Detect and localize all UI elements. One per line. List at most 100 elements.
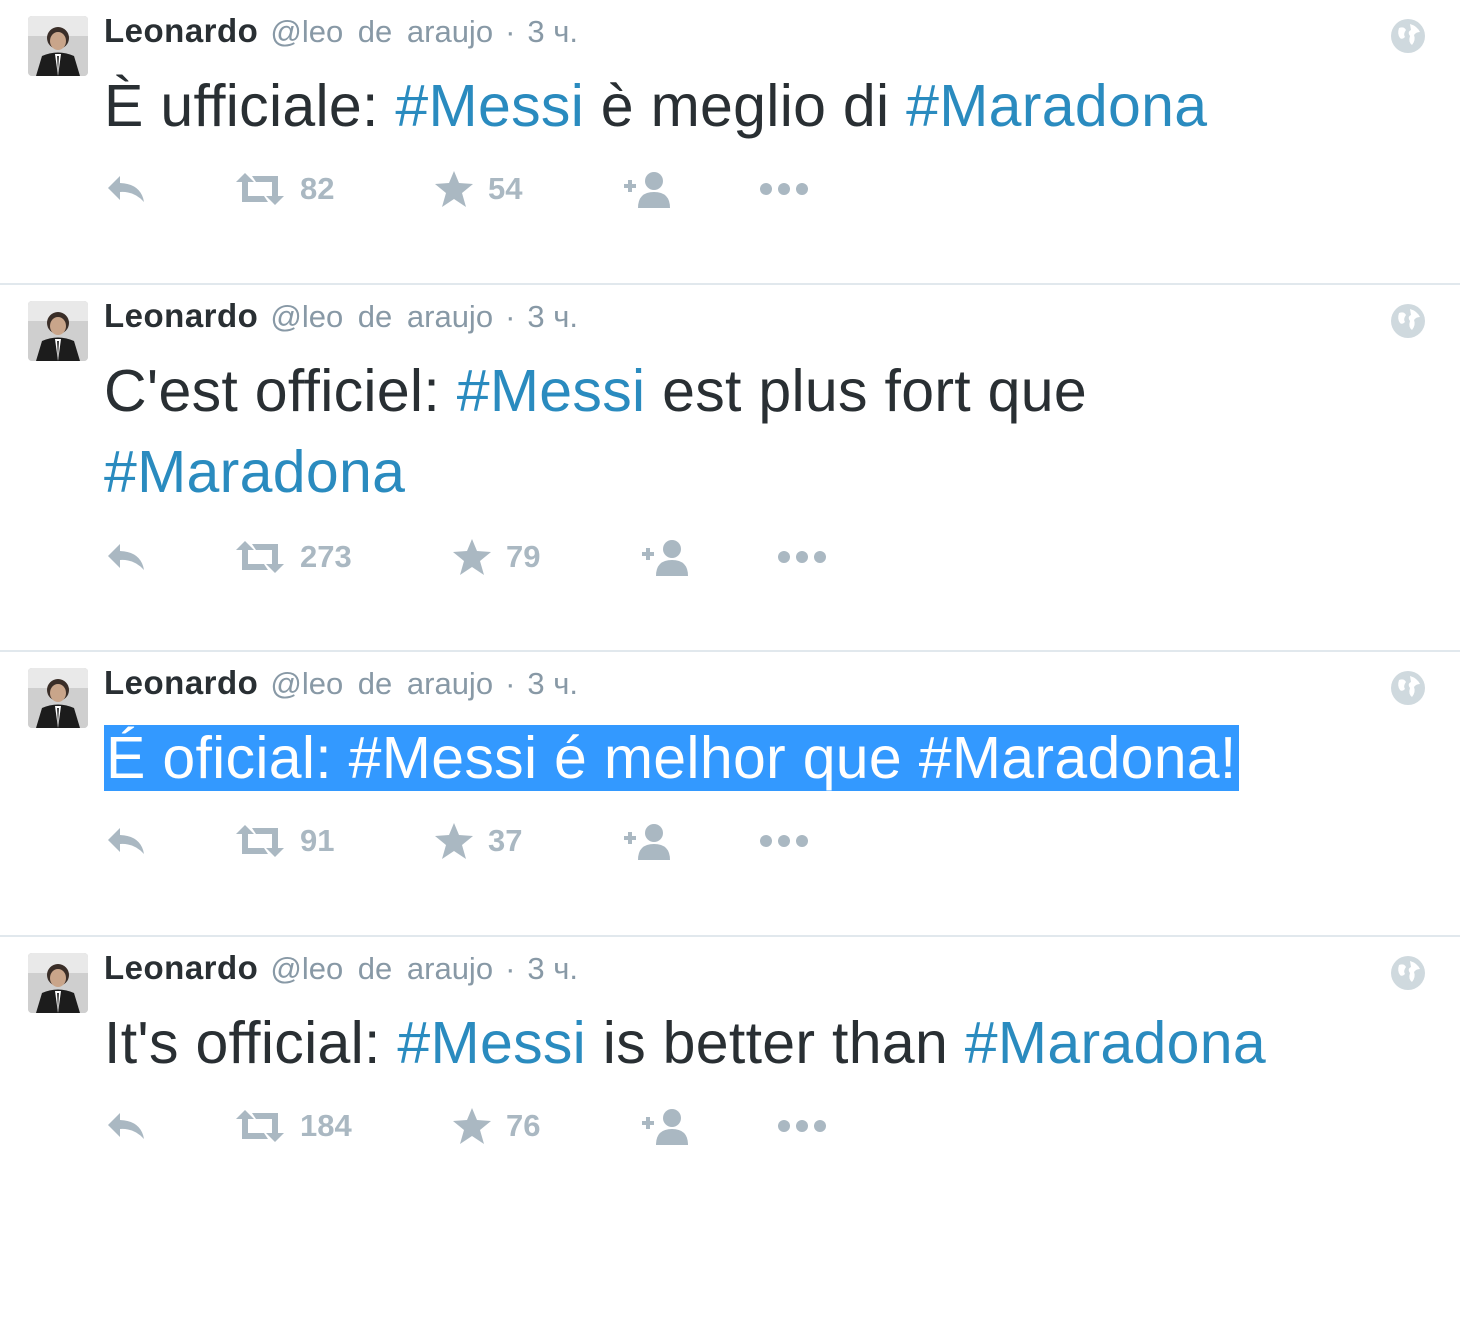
- favorite-button[interactable]: 37: [434, 822, 624, 860]
- user-fullname[interactable]: Leonardo: [104, 297, 258, 335]
- tweet-text: É oficial: #Messi é melhor que #Maradona…: [104, 718, 1404, 799]
- avatar[interactable]: [28, 953, 88, 1013]
- tweet-header: Leonardo @leo de araujo · 3 ч.: [104, 664, 578, 708]
- tweet-actions: 91 37: [104, 817, 809, 865]
- hashtag-link[interactable]: #Maradona: [965, 1010, 1266, 1076]
- tweet-actions: 82 54: [104, 165, 809, 213]
- favorite-button[interactable]: 76: [452, 1107, 642, 1145]
- reply-icon: [108, 1113, 144, 1139]
- hashtag-link[interactable]: #Messi: [457, 358, 646, 424]
- follow-icon: [642, 540, 688, 576]
- tweet-text-part: is better than: [586, 1010, 965, 1076]
- star-icon: [453, 539, 491, 575]
- hashtag-link[interactable]: #Messi: [349, 725, 538, 791]
- favorite-count: 54: [488, 171, 523, 206]
- more-icon: [760, 835, 808, 847]
- retweet-icon: [236, 173, 284, 205]
- follow-button[interactable]: [624, 170, 759, 208]
- hashtag-link[interactable]: #Maradona: [906, 73, 1207, 139]
- tweet-text-part: é melhor que: [537, 725, 919, 791]
- globe-icon: [1390, 18, 1426, 54]
- tweet[interactable]: Leonardo @leo de araujo · 3 ч. It's offi…: [0, 937, 1460, 1337]
- user-screenname[interactable]: @leo de araujo: [270, 299, 493, 335]
- more-button[interactable]: [777, 550, 827, 564]
- tweet-timestamp[interactable]: 3 ч.: [527, 666, 578, 702]
- favorite-button[interactable]: 54: [434, 170, 624, 208]
- tweet-text-part: É oficial:: [106, 725, 349, 791]
- selected-text: É oficial: #Messi é melhor que #Maradona…: [104, 725, 1239, 791]
- reply-icon: [108, 828, 144, 854]
- hashtag-link[interactable]: #Maradona: [104, 439, 405, 505]
- hashtag-link[interactable]: #Maradona: [919, 725, 1220, 791]
- favorite-button[interactable]: 79: [452, 538, 642, 576]
- avatar[interactable]: [28, 668, 88, 728]
- retweet-count: 273: [300, 539, 352, 574]
- tweet[interactable]: Leonardo @leo de araujo · 3 ч. C'est off…: [0, 285, 1460, 652]
- reply-button[interactable]: [104, 1109, 234, 1143]
- follow-button[interactable]: [624, 822, 759, 860]
- tweet-timestamp[interactable]: 3 ч.: [527, 14, 578, 50]
- more-button[interactable]: [759, 182, 809, 196]
- retweet-button[interactable]: 184: [234, 1108, 452, 1144]
- more-button[interactable]: [759, 834, 809, 848]
- more-icon: [778, 1120, 826, 1132]
- favorite-count: 76: [506, 1108, 541, 1143]
- tweet-text-part: C'est officiel:: [104, 358, 457, 424]
- retweet-count: 82: [300, 171, 335, 206]
- tweet-text: It's official: #Messi is better than #Ma…: [104, 1003, 1404, 1084]
- tweet-text: È ufficiale: #Messi è meglio di #Maradon…: [104, 66, 1404, 147]
- retweet-count: 184: [300, 1108, 352, 1143]
- follow-button[interactable]: [642, 538, 777, 576]
- user-fullname[interactable]: Leonardo: [104, 949, 258, 987]
- tweet-actions: 273 79: [104, 533, 827, 581]
- tweet-timestamp[interactable]: 3 ч.: [527, 299, 578, 335]
- user-screenname[interactable]: @leo de araujo: [270, 14, 493, 50]
- avatar[interactable]: [28, 301, 88, 361]
- avatar[interactable]: [28, 16, 88, 76]
- separator: ·: [505, 14, 516, 49]
- retweet-button[interactable]: 273: [234, 539, 452, 575]
- reply-button[interactable]: [104, 172, 234, 206]
- separator: ·: [505, 299, 516, 334]
- separator: ·: [505, 951, 516, 986]
- tweet-header: Leonardo @leo de araujo · 3 ч.: [104, 949, 578, 993]
- timeline: Leonardo @leo de araujo · 3 ч. È ufficia…: [0, 0, 1460, 1337]
- retweet-icon: [236, 825, 284, 857]
- more-icon: [760, 183, 808, 195]
- retweet-button[interactable]: 82: [234, 171, 434, 207]
- globe-icon: [1390, 670, 1426, 706]
- star-icon: [435, 823, 473, 859]
- tweet-text-part: est plus fort que: [645, 358, 1088, 424]
- user-screenname[interactable]: @leo de araujo: [270, 951, 493, 987]
- globe-icon: [1390, 303, 1426, 339]
- hashtag-link[interactable]: #Messi: [395, 73, 584, 139]
- reply-icon: [108, 176, 144, 202]
- reply-button[interactable]: [104, 540, 234, 574]
- tweet-text-part: È ufficiale:: [104, 73, 396, 139]
- tweet[interactable]: Leonardo @leo de araujo · 3 ч. È ufficia…: [0, 0, 1460, 285]
- tweet-header: Leonardo @leo de araujo · 3 ч.: [104, 297, 578, 341]
- retweet-count: 91: [300, 823, 335, 858]
- more-button[interactable]: [777, 1119, 827, 1133]
- star-icon: [453, 1108, 491, 1144]
- user-screenname[interactable]: @leo de araujo: [270, 666, 493, 702]
- retweet-button[interactable]: 91: [234, 823, 434, 859]
- tweet-text: C'est officiel: #Messi est plus fort que…: [104, 351, 1224, 513]
- tweet-actions: 184 76: [104, 1102, 827, 1150]
- tweet-timestamp[interactable]: 3 ч.: [527, 951, 578, 987]
- hashtag-link[interactable]: #Messi: [397, 1010, 586, 1076]
- tweet[interactable]: Leonardo @leo de araujo · 3 ч. É oficial…: [0, 652, 1460, 937]
- more-icon: [778, 551, 826, 563]
- globe-icon: [1390, 955, 1426, 991]
- retweet-icon: [236, 541, 284, 573]
- favorite-count: 37: [488, 823, 523, 858]
- reply-button[interactable]: [104, 824, 234, 858]
- star-icon: [435, 171, 473, 207]
- user-fullname[interactable]: Leonardo: [104, 12, 258, 50]
- tweet-header: Leonardo @leo de araujo · 3 ч.: [104, 12, 578, 56]
- tweet-text-part: It's official:: [104, 1010, 398, 1076]
- user-fullname[interactable]: Leonardo: [104, 664, 258, 702]
- follow-button[interactable]: [642, 1107, 777, 1145]
- follow-icon: [624, 172, 670, 208]
- retweet-icon: [236, 1110, 284, 1142]
